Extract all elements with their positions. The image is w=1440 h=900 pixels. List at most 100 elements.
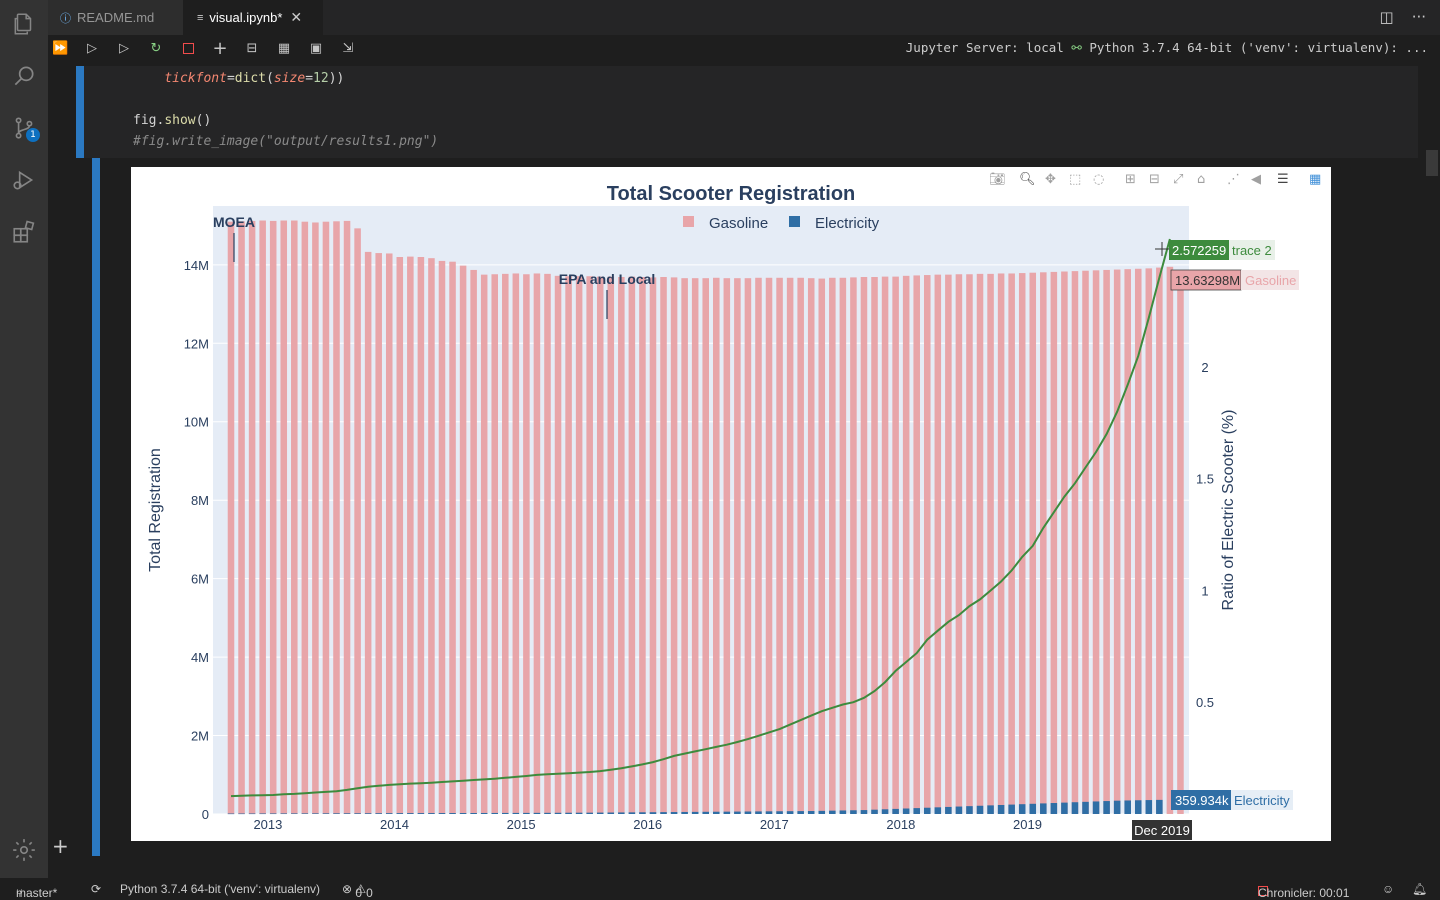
gasoline-bar[interactable] [364,251,372,815]
gasoline-bar[interactable] [1071,271,1079,814]
gasoline-bar[interactable] [227,221,235,815]
electricity-bar[interactable] [881,809,889,814]
gasoline-bar[interactable] [417,256,425,814]
gasoline-bar[interactable] [734,278,741,814]
electricity-bar[interactable] [776,811,783,814]
zoom-icon[interactable]: 🔍︎ [1019,172,1036,187]
zoom-in-icon[interactable]: ⊞ [1125,172,1136,187]
autoscale-icon[interactable]: ⤢ [1173,172,1183,187]
gasoline-bar[interactable] [459,265,467,814]
gasoline-bar[interactable] [923,275,931,814]
electricity-bar[interactable] [291,813,298,815]
run-all-icon[interactable]: ⏩ [52,41,68,57]
electricity-bar[interactable] [512,812,520,814]
gasoline-bar[interactable] [702,278,709,814]
electricity-bar[interactable] [1018,804,1026,814]
gasoline-bar[interactable] [438,260,446,814]
gasoline-bar[interactable] [639,276,646,814]
electricity-bar[interactable] [470,812,477,814]
electricity-bar[interactable] [1103,801,1110,814]
explorer-icon[interactable] [8,8,40,40]
run-above-icon[interactable]: ▷ [84,41,100,57]
gasoline-bar[interactable] [618,276,625,814]
electricity-bar[interactable] [1113,800,1121,814]
electricity-bar[interactable] [923,807,931,814]
gasoline-bar[interactable] [829,277,836,815]
electricity-bar[interactable] [765,811,773,814]
electricity-bar[interactable] [797,811,804,814]
electricity-bar[interactable] [997,804,1005,814]
electricity-bar[interactable] [1008,804,1015,814]
gasoline-bar[interactable] [744,278,752,814]
feedback-icon[interactable]: ☺ [1382,882,1394,896]
electricity-bar[interactable] [544,812,551,814]
gasoline-bar[interactable] [713,277,720,815]
electricity-bar[interactable] [755,811,762,814]
python-interpreter-status[interactable]: Python 3.7.4 64-bit ('venv': virtualenv) [120,882,320,896]
gasoline-bar[interactable] [997,273,1005,814]
electricity-bar[interactable] [639,812,646,814]
gasoline-bar[interactable] [449,261,456,814]
electricity-bar[interactable] [438,813,446,814]
electricity-bar[interactable] [1082,801,1089,814]
gasoline-bar[interactable] [544,273,551,814]
electricity-bar[interactable] [523,812,530,814]
gasoline-bar[interactable] [375,253,382,814]
gasoline-bar[interactable] [1008,273,1015,814]
gasoline-bar[interactable] [1092,270,1100,814]
electricity-bar[interactable] [312,813,319,814]
gasoline-bar[interactable] [291,220,298,814]
electricity-bar[interactable] [786,811,794,814]
gasoline-bar[interactable] [238,221,245,814]
electricity-bar[interactable] [649,812,657,814]
gasoline-bar[interactable] [628,276,636,814]
electricity-bar[interactable] [238,813,245,815]
gasoline-bar[interactable] [955,274,963,814]
electricity-bar[interactable] [554,812,562,814]
gasoline-bar[interactable] [1124,269,1131,814]
electricity-bar[interactable] [607,812,615,814]
gasoline-bar[interactable] [976,273,984,814]
gasoline-bar[interactable] [470,269,477,814]
chart-svg[interactable]: 02M4M6M8M10M12M14M 0.511.522.5 201320142… [131,167,1331,841]
gasoline-bar[interactable] [945,274,952,815]
electricity-bar[interactable] [892,808,899,814]
electricity-bar[interactable] [660,812,667,814]
add-cell-icon[interactable]: + [52,834,69,858]
electricity-bar[interactable] [1061,802,1068,814]
electricity-bar[interactable] [596,812,604,814]
electricity-bar[interactable] [428,813,435,814]
gasoline-bar[interactable] [755,277,762,815]
electricity-bar[interactable] [385,813,393,814]
electricity-bar[interactable] [628,812,636,814]
hover-closest-icon[interactable]: ◀ [1251,172,1261,187]
plot-output[interactable]: 02M4M6M8M10M12M14M 0.511.522.5 201320142… [131,167,1331,841]
more-actions-icon[interactable]: ··· [1412,8,1426,26]
electricity-bar[interactable] [354,813,361,814]
hover-compare-icon[interactable]: ☰ [1277,172,1289,187]
python-kernel-selector[interactable]: Python 3.7.4 64-bit ('venv': virtualenv)… [1089,40,1428,55]
gasoline-bar[interactable] [913,275,920,814]
electricity-bar[interactable] [322,813,330,814]
electricity-bar[interactable] [459,813,467,814]
gasoline-bar[interactable] [312,222,319,814]
run-debug-icon[interactable] [8,164,40,196]
electricity-bar[interactable] [966,806,973,814]
problems-status[interactable]: ⊗ 0 ⚠ 0 [342,882,373,900]
gasoline-bar[interactable] [649,277,657,814]
electricity-bar[interactable] [343,813,351,814]
electricity-bar[interactable] [1145,800,1153,814]
gasoline-bar[interactable] [797,277,804,815]
gasoline-bar[interactable] [554,275,562,815]
electricity-bar[interactable] [1156,799,1163,814]
gasoline-bar[interactable] [902,275,910,815]
gasoline-bar[interactable] [1156,267,1163,814]
electricity-bar[interactable] [586,812,593,814]
electricity-bar[interactable] [248,813,256,815]
electricity-bar[interactable] [1029,803,1037,814]
electricity-bar[interactable] [807,811,815,814]
electricity-bar[interactable] [976,805,984,814]
gasoline-bar[interactable] [660,276,667,814]
electricity-bar[interactable] [839,810,847,814]
camera-icon[interactable]: 📷︎ [989,172,1006,187]
